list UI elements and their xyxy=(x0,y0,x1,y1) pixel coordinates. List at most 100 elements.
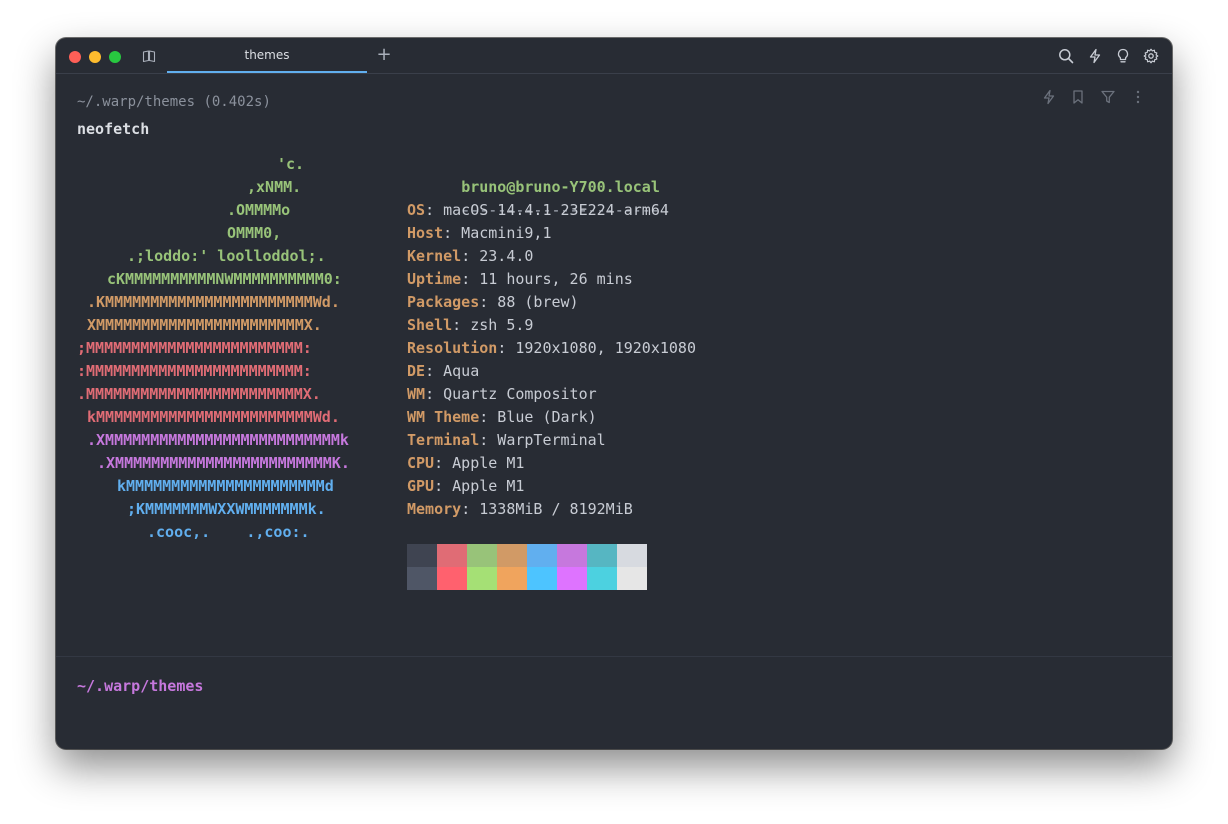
info-field: Packages: 88 (brew) xyxy=(407,291,579,314)
logo-line: .;loddo:' loolloddol;. xyxy=(127,247,326,265)
info-field: CPU: Apple M1 xyxy=(407,452,524,475)
prompt-path: ~/.warp/themes xyxy=(77,94,196,110)
logo-line: .cooc,. .,coo:. xyxy=(147,523,310,541)
info-key: Host xyxy=(407,224,444,242)
info-value: : 23.4.0 xyxy=(461,247,534,265)
info-key: Terminal xyxy=(407,431,480,449)
logo-line: .XMMMMMMMMMMMMMMMMMMMMMMMMMMk xyxy=(87,431,349,449)
info-value: : Apple M1 xyxy=(434,477,525,495)
color-swatch xyxy=(497,544,527,567)
color-swatch xyxy=(527,567,557,590)
book-icon[interactable] xyxy=(142,49,156,63)
info-field: WM Theme: Blue (Dark) xyxy=(407,406,597,429)
info-key: CPU xyxy=(407,454,435,472)
info-value: : Blue (Dark) xyxy=(479,408,597,426)
lightning-icon[interactable] xyxy=(1087,48,1103,64)
color-palette xyxy=(407,544,647,590)
info-key: WM xyxy=(407,385,426,403)
info-field: Shell: zsh 5.9 xyxy=(407,314,533,337)
info-value: : 1920x1080, 1920x1080 xyxy=(497,339,696,357)
logo-line: cKMMMMMMMMMMNWMMMMMMMMMM0: xyxy=(107,270,342,288)
close-window-button[interactable] xyxy=(69,51,81,63)
color-swatch xyxy=(407,544,437,567)
info-key: GPU xyxy=(407,477,435,495)
title-bar: themes + xyxy=(56,38,1172,74)
info-field: Memory: 1338MiB / 8192MiB xyxy=(407,498,633,521)
input-prompt-path[interactable]: ~/.warp/themes xyxy=(77,677,203,695)
filter-icon[interactable] xyxy=(1100,89,1116,109)
info-key: DE xyxy=(407,362,426,380)
info-key: OS xyxy=(407,201,426,219)
color-swatch xyxy=(557,567,587,590)
zoom-window-button[interactable] xyxy=(109,51,121,63)
input-divider xyxy=(56,656,1172,657)
color-swatch xyxy=(437,567,467,590)
color-swatch xyxy=(587,567,617,590)
info-field: Resolution: 1920x1080, 1920x1080 xyxy=(407,337,696,360)
tab-themes[interactable]: themes xyxy=(167,38,367,73)
info-value: : zsh 5.9 xyxy=(452,316,534,334)
logo-line: ;KMMMMMMMWXXWMMMMMMMk. xyxy=(127,500,326,518)
color-swatch xyxy=(497,567,527,590)
separator-line: ---------------------- xyxy=(407,176,660,219)
info-key: Kernel xyxy=(407,247,462,265)
logo-line: .OMMMMo xyxy=(227,201,291,219)
logo-line: XMMMMMMMMMMMMMMMMMMMMMMMX. xyxy=(87,316,322,334)
info-value: : macOS 14.4.1 23E224 arm64 xyxy=(425,201,669,219)
info-field: OS: macOS 14.4.1 23E224 arm64 xyxy=(407,199,669,222)
info-key: Uptime xyxy=(407,270,462,288)
info-value: : Aqua xyxy=(425,362,480,380)
info-key: Memory xyxy=(407,500,462,518)
logo-line: kMMMMMMMMMMMMMMMMMMMMMMd xyxy=(117,477,334,495)
color-swatch xyxy=(467,567,497,590)
block-prompt: ~/.warp/themes (0.402s) xyxy=(77,94,271,110)
info-value: : 1338MiB / 8192MiB xyxy=(461,500,633,518)
info-field: Kernel: 23.4.0 xyxy=(407,245,533,268)
info-key: WM Theme xyxy=(407,408,480,426)
color-swatch xyxy=(587,544,617,567)
info-field: WM: Quartz Compositor xyxy=(407,383,597,406)
color-swatch xyxy=(617,544,647,567)
info-key: Shell xyxy=(407,316,453,334)
lightbulb-icon[interactable] xyxy=(1115,48,1131,64)
logo-line: .XMMMMMMMMMMMMMMMMMMMMMMMMK. xyxy=(97,454,350,472)
info-field: Terminal: WarpTerminal xyxy=(407,429,606,452)
info-key: Packages xyxy=(407,293,480,311)
info-value: : Macmini9,1 xyxy=(443,224,552,242)
info-value: : 88 (brew) xyxy=(479,293,579,311)
logo-line: OMMM0, xyxy=(227,224,282,242)
terminal-window: themes + ~/.warp/themes (0.402s) neofetc… xyxy=(56,38,1172,749)
info-field: GPU: Apple M1 xyxy=(407,475,524,498)
logo-line: .MMMMMMMMMMMMMMMMMMMMMMMMX. xyxy=(77,385,321,403)
logo-line: :MMMMMMMMMMMMMMMMMMMMMMMM: xyxy=(77,362,312,380)
info-field: Uptime: 11 hours, 26 mins xyxy=(407,268,633,291)
command-duration: (0.402s) xyxy=(203,94,271,110)
block-lightning-icon[interactable] xyxy=(1041,89,1057,109)
more-options-icon[interactable] xyxy=(1130,89,1146,109)
tab-label: themes xyxy=(244,48,290,62)
bookmark-icon[interactable] xyxy=(1070,89,1086,109)
new-tab-button[interactable]: + xyxy=(374,44,394,66)
executed-command: neofetch xyxy=(77,120,150,138)
search-icon[interactable] xyxy=(1058,48,1074,64)
info-value: : Apple M1 xyxy=(434,454,525,472)
color-swatch xyxy=(617,567,647,590)
logo-line: ;MMMMMMMMMMMMMMMMMMMMMMMM: xyxy=(77,339,312,357)
color-swatch xyxy=(557,544,587,567)
info-value: : 11 hours, 26 mins xyxy=(461,270,633,288)
info-field: DE: Aqua xyxy=(407,360,479,383)
logo-line: .KMMMMMMMMMMMMMMMMMMMMMMMWd. xyxy=(87,293,340,311)
info-value: : Quartz Compositor xyxy=(425,385,597,403)
color-swatch xyxy=(437,544,467,567)
userhost-line: bruno@bruno-Y700.local xyxy=(407,153,660,196)
info-field: Host: Macmini9,1 xyxy=(407,222,552,245)
minimize-window-button[interactable] xyxy=(89,51,101,63)
color-swatch xyxy=(527,544,557,567)
gear-icon[interactable] xyxy=(1143,48,1159,64)
logo-line: ,xNMM. xyxy=(247,178,302,196)
logo-line: kMMMMMMMMMMMMMMMMMMMMMMMMWd. xyxy=(87,408,340,426)
logo-line: 'c. xyxy=(277,155,305,173)
color-swatch xyxy=(407,567,437,590)
color-swatch xyxy=(467,544,497,567)
info-key: Resolution xyxy=(407,339,498,357)
